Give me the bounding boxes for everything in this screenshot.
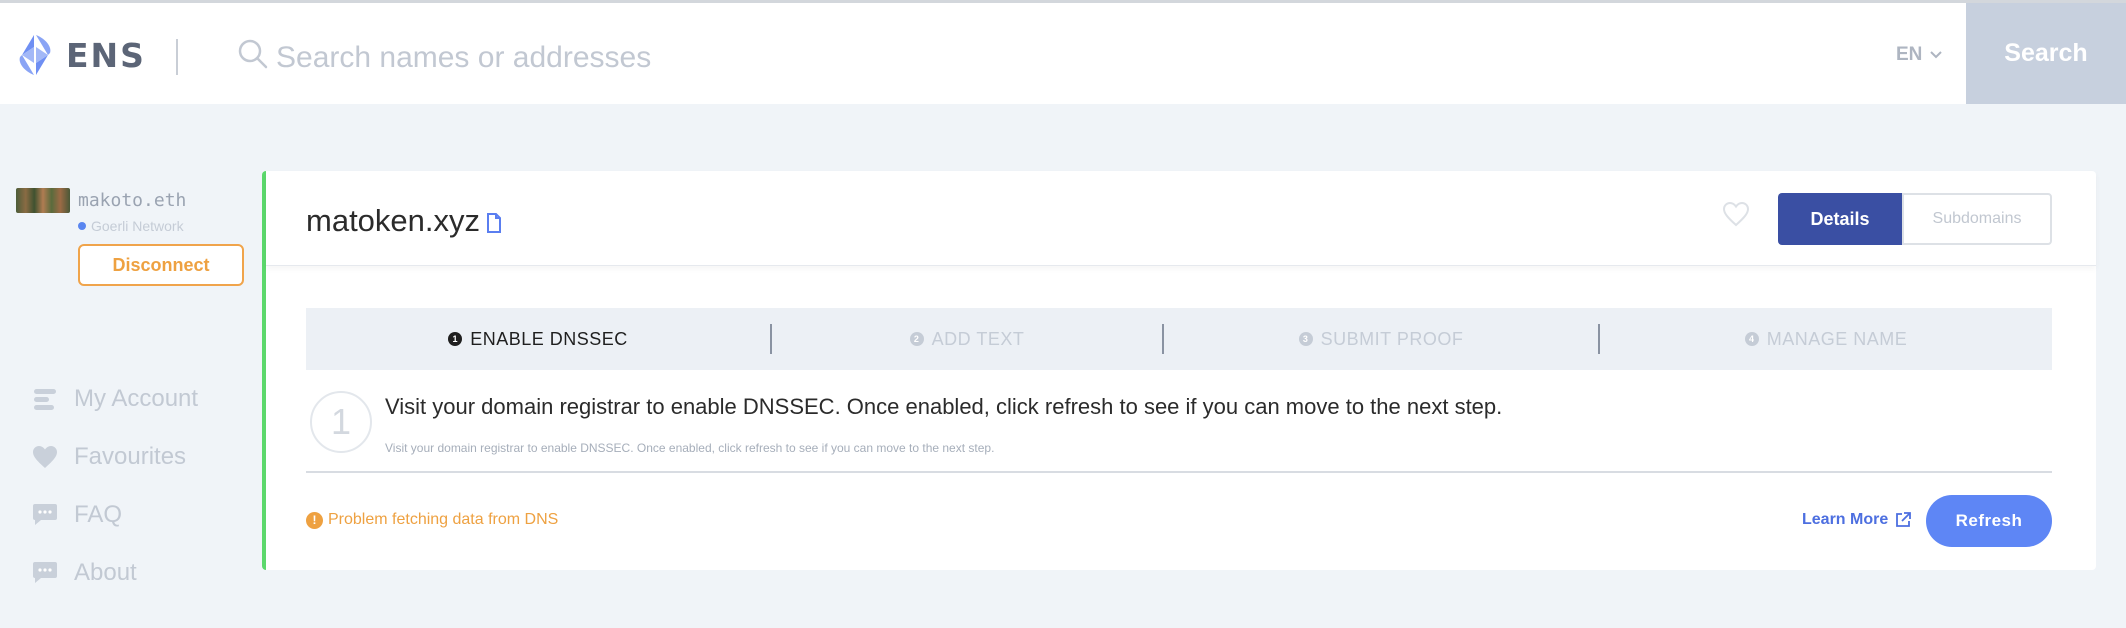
dnssec-steps: 1 ENABLE DNSSEC 2 ADD TEXT 3 SUBMIT PROO… — [306, 308, 2052, 370]
sidebar-item-favourites[interactable]: Favourites — [32, 443, 186, 471]
header-divider — [176, 39, 178, 75]
network-status-dot — [78, 222, 86, 230]
step-number: 2 — [909, 332, 924, 346]
language-selector[interactable]: EN — [1896, 44, 1943, 66]
step-instructions: Visit your domain registrar to enable DN… — [385, 394, 1503, 419]
copy-icon[interactable] — [486, 213, 502, 233]
chat-icon — [32, 560, 58, 586]
external-link-icon — [1896, 512, 1912, 527]
tab-details[interactable]: Details — [1778, 193, 1902, 245]
heart-icon — [32, 444, 58, 470]
step-add-text: 2 ADD TEXT — [772, 308, 1162, 370]
step-submit-proof: 3 SUBMIT PROOF — [1164, 308, 1598, 370]
avatar — [16, 188, 70, 213]
favourite-heart-icon[interactable] — [1722, 201, 1750, 227]
step-label: MANAGE NAME — [1766, 328, 1908, 349]
sidebar-item-label: My Account — [74, 385, 199, 412]
network-indicator: Goerli Network — [78, 218, 184, 234]
step-manage-name: 4 MANAGE NAME — [1600, 308, 2052, 370]
warning-text: Problem fetching data from DNS — [328, 511, 559, 528]
dns-warning: ! Problem fetching data from DNS — [306, 511, 558, 529]
warning-icon: ! — [306, 511, 323, 529]
step-enable-dnssec: 1 ENABLE DNSSEC — [306, 308, 770, 370]
sidebar-item-label: Favourites — [74, 443, 187, 470]
ens-logo-icon — [19, 35, 51, 75]
disconnect-button[interactable]: Disconnect — [78, 244, 244, 286]
domain-card: matoken.xyz Details Subdomains 1 ENABLE … — [262, 171, 2096, 570]
search-button[interactable]: Search — [1966, 3, 2126, 104]
sidebar-item-label: FAQ — [74, 501, 123, 528]
domain-title: matoken.xyz — [306, 203, 502, 239]
account-name: makoto.eth — [78, 190, 187, 211]
sidebar-item-about[interactable]: About — [32, 559, 137, 587]
step-label: ENABLE DNSSEC — [470, 328, 628, 349]
current-step-number: 1 — [310, 391, 372, 453]
network-label: Goerli Network — [91, 218, 184, 234]
chevron-down-icon — [1930, 51, 1943, 59]
step-divider-line — [306, 471, 2052, 473]
step-description: Visit your domain registrar to enable DN… — [385, 441, 995, 455]
sidebar-item-label: About — [74, 559, 137, 586]
step-number: 1 — [448, 332, 463, 346]
account-icon — [32, 386, 58, 412]
app-header: ENS EN — [0, 3, 2126, 104]
step-label: SUBMIT PROOF — [1320, 328, 1464, 349]
search-icon — [238, 39, 268, 69]
sidebar-item-my-account[interactable]: My Account — [32, 385, 198, 413]
domain-card-header: matoken.xyz Details Subdomains — [266, 171, 2096, 266]
step-number: 3 — [1298, 332, 1313, 346]
learn-more-link[interactable]: Learn More — [1802, 511, 1912, 529]
learn-more-label: Learn More — [1802, 511, 1889, 528]
sidebar-item-faq[interactable]: FAQ — [32, 501, 122, 529]
logo-text: ENS — [66, 35, 146, 75]
ens-logo[interactable]: ENS — [14, 33, 146, 77]
refresh-button[interactable]: Refresh — [1926, 495, 2052, 547]
step-number: 4 — [1744, 332, 1759, 346]
search-input[interactable] — [276, 31, 1866, 85]
domain-name: matoken.xyz — [306, 203, 481, 238]
language-label: EN — [1896, 44, 1923, 65]
step-label: ADD TEXT — [931, 328, 1025, 349]
chat-icon — [32, 502, 58, 528]
tab-subdomains[interactable]: Subdomains — [1902, 193, 2052, 245]
